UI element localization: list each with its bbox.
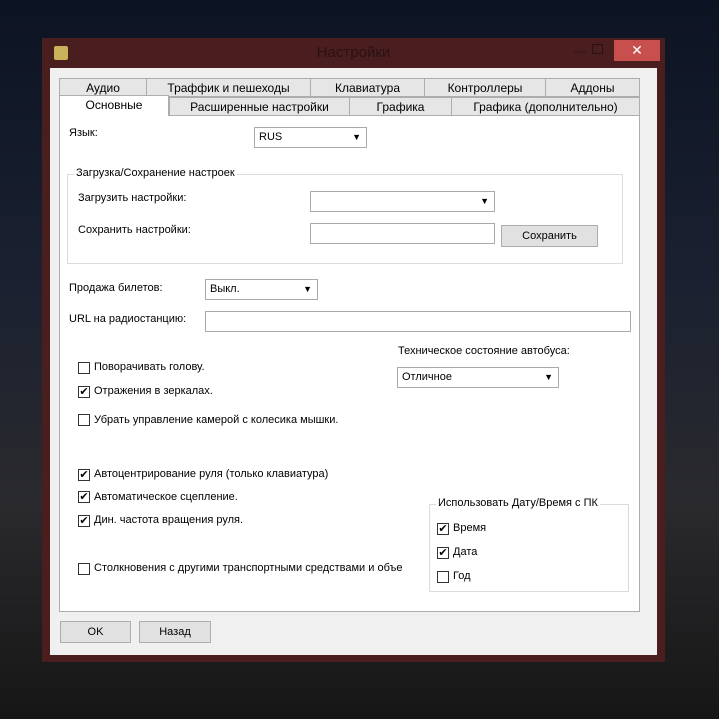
checkbox-label: Год bbox=[453, 570, 471, 582]
tab-advanced[interactable]: Расширенные настройки bbox=[169, 97, 350, 116]
save-button[interactable]: Сохранить bbox=[501, 225, 598, 247]
load-save-group: Загрузка/Сохранение настроек bbox=[67, 167, 623, 264]
chevron-down-icon: ▼ bbox=[352, 132, 361, 142]
minimize-button[interactable]: — bbox=[574, 44, 586, 58]
checkbox-label: Столкновения с другими транспортными сре… bbox=[94, 562, 403, 574]
back-button[interactable]: Назад bbox=[139, 621, 211, 643]
tab-controllers[interactable]: Контроллеры bbox=[424, 78, 546, 97]
tab-graphics-extra[interactable]: Графика (дополнительно) bbox=[451, 97, 640, 116]
window-title: Настройки bbox=[316, 44, 391, 61]
chevron-down-icon: ▼ bbox=[303, 284, 312, 294]
tab-traffic[interactable]: Траффик и пешеходы bbox=[146, 78, 311, 97]
checkbox[interactable]: ✔ bbox=[78, 386, 90, 398]
language-value: RUS bbox=[259, 131, 283, 143]
checkbox[interactable] bbox=[78, 563, 90, 575]
chevron-down-icon: ▼ bbox=[480, 196, 489, 206]
load-select[interactable]: ▼ bbox=[310, 191, 495, 212]
load-label: Загрузить настройки: bbox=[78, 192, 187, 204]
tickets-value: Выкл. bbox=[210, 283, 240, 295]
tab-addons[interactable]: Аддоны bbox=[545, 78, 640, 97]
bus-state-value: Отличное bbox=[402, 371, 452, 383]
save-input[interactable] bbox=[310, 223, 495, 244]
tickets-label: Продажа билетов: bbox=[69, 282, 163, 294]
checkbox-label: Убрать управление камерой с колесика мыш… bbox=[94, 414, 339, 426]
maximize-button[interactable] bbox=[592, 44, 603, 54]
ok-button[interactable]: OK bbox=[60, 621, 131, 643]
checkbox-label: Дата bbox=[453, 546, 478, 558]
chevron-down-icon: ▼ bbox=[544, 372, 553, 382]
radio-label: URL на радиостанцию: bbox=[69, 313, 187, 325]
radio-url-input[interactable] bbox=[205, 311, 631, 332]
tab-graphics[interactable]: Графика bbox=[349, 97, 452, 116]
bus-state-select[interactable]: Отличное ▼ bbox=[397, 367, 559, 388]
checkbox[interactable]: ✔ bbox=[437, 547, 449, 559]
checkbox[interactable]: ✔ bbox=[78, 515, 90, 527]
tab-keyboard[interactable]: Клавиатура bbox=[310, 78, 425, 97]
checkbox-label: Автоцентрирование руля (только клавиатур… bbox=[94, 468, 329, 480]
bus-state-label: Техническое состояние автобуса: bbox=[398, 345, 570, 357]
checkbox[interactable] bbox=[78, 362, 90, 374]
checkbox-label: Дин. частота вращения руля. bbox=[94, 514, 244, 526]
checkbox[interactable]: ✔ bbox=[78, 491, 90, 503]
language-label: Язык: bbox=[69, 127, 98, 139]
checkbox-label: Отражения в зеркалах. bbox=[94, 385, 213, 397]
checkbox[interactable]: ✔ bbox=[437, 523, 449, 535]
tickets-select[interactable]: Выкл. ▼ bbox=[205, 279, 318, 300]
checkbox[interactable] bbox=[437, 571, 449, 583]
checkbox[interactable]: ✔ bbox=[78, 469, 90, 481]
group-title: Использовать Дату/Время с ПК bbox=[436, 497, 600, 509]
checkbox-label: Время bbox=[453, 522, 487, 534]
checkbox[interactable] bbox=[78, 414, 90, 426]
language-select[interactable]: RUS ▼ bbox=[254, 127, 367, 148]
save-label: Сохранить настройки: bbox=[78, 224, 191, 236]
checkbox-label: Поворачивать голову. bbox=[94, 361, 205, 373]
checkbox-label: Автоматическое сцепление. bbox=[94, 491, 238, 503]
tab-general[interactable]: Основные bbox=[59, 95, 169, 116]
close-button[interactable]: ✕ bbox=[614, 40, 660, 61]
group-title: Загрузка/Сохранение настроек bbox=[74, 167, 237, 179]
